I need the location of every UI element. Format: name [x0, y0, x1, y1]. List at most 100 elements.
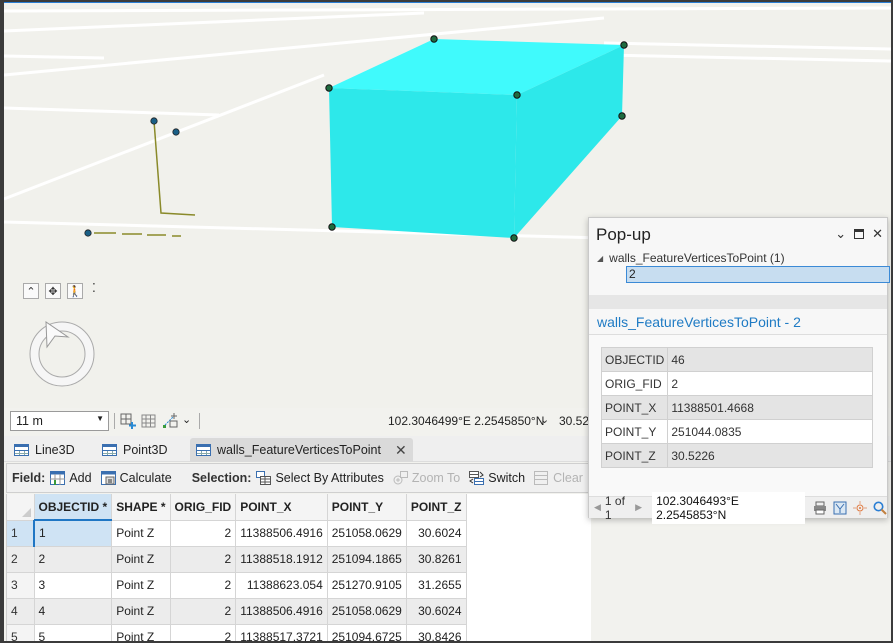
cell-objectid[interactable]: 2 [34, 546, 113, 573]
scale-select[interactable]: 11 m ▼ [10, 411, 109, 431]
vertex-marker[interactable] [618, 112, 626, 120]
vertex-marker[interactable] [430, 35, 438, 43]
zoom-to-feature-icon[interactable] [873, 501, 887, 515]
row-number[interactable]: 4 [7, 598, 35, 625]
column-header-objectid[interactable]: OBJECTID * [34, 494, 113, 521]
cell-objectid[interactable]: 4 [34, 598, 113, 625]
vertex-marker[interactable] [513, 91, 521, 99]
cell-point-z[interactable]: 30.6024 [406, 598, 467, 625]
point3d-marker[interactable] [172, 128, 180, 136]
cell-objectid[interactable]: 3 [34, 572, 113, 599]
popup-footer: ◀ 1 of 1 ▶ 102.3046493°E 2.2545853°N [589, 491, 887, 524]
row-number[interactable]: 3 [7, 572, 35, 599]
calculate-field-button[interactable]: Calculate [100, 471, 172, 485]
cell-point-z[interactable]: 30.6024 [406, 520, 467, 547]
add-grid-icon[interactable] [120, 413, 136, 429]
cell-point-x[interactable]: 11388518.1912 [235, 546, 328, 573]
row-number[interactable]: 5 [7, 624, 35, 641]
cell-point-y[interactable]: 251058.0629 [327, 520, 407, 547]
dots-icon[interactable]: ⁚ [92, 281, 96, 295]
wall-front-face[interactable] [329, 88, 517, 238]
chevron-down-icon[interactable]: ⌄ [835, 226, 846, 242]
switch-selection-button[interactable]: Switch [469, 471, 525, 485]
pan-icon[interactable]: ✥ [45, 283, 61, 299]
column-header-point-x[interactable]: POINT_X [235, 494, 328, 521]
road-line [4, 11, 425, 33]
vertex-marker[interactable] [510, 234, 518, 242]
row-number[interactable]: 1 [7, 520, 35, 547]
table-row[interactable]: 4 4 Point Z 2 11388506.4916 251058.0629 30.602… [7, 598, 467, 625]
point3d-marker[interactable] [150, 117, 158, 125]
next-icon[interactable]: ▶ [635, 502, 642, 513]
cell-orig-fid[interactable]: 2 [170, 572, 237, 599]
cell-orig-fid[interactable]: 2 [170, 624, 237, 641]
pan-to-icon[interactable] [853, 500, 867, 515]
navigator-control[interactable] [24, 316, 102, 394]
cell-point-z[interactable]: 30.8426 [406, 624, 467, 641]
close-icon[interactable]: ✕ [872, 226, 883, 242]
maximize-icon[interactable] [854, 229, 865, 239]
add-field-button[interactable]: Add [50, 471, 92, 485]
select-all-corner[interactable] [7, 494, 35, 521]
table-row[interactable]: 1 1 Point Z 2 11388506.4916 251058.0629 30.602… [7, 520, 467, 547]
cell-objectid[interactable]: 1 [33, 520, 113, 547]
selection-label: Selection: [191, 471, 252, 485]
vertex-marker[interactable] [325, 84, 333, 92]
cell-shape[interactable]: Point Z [111, 546, 171, 573]
up-chevron-icon[interactable]: ⌃ [23, 283, 39, 299]
chevron-down-icon[interactable]: ⌄ [182, 413, 191, 426]
flash-feature-icon[interactable] [833, 501, 847, 515]
grid-icon[interactable] [141, 413, 157, 429]
cell-shape[interactable]: Point Z [111, 520, 171, 547]
cell-point-x[interactable]: 11388506.4916 [235, 598, 328, 625]
zoom-to-button[interactable]: Zoom To [393, 471, 460, 485]
table-row[interactable]: 5 5 Point Z 2 11388517.3721 251094.6725 30.842… [7, 624, 467, 641]
cell-orig-fid[interactable]: 2 [170, 520, 237, 547]
clear-selection-button[interactable]: Clear [534, 471, 583, 485]
cell-objectid[interactable]: 5 [34, 624, 113, 641]
cell-point-y[interactable]: 251058.0629 [327, 598, 407, 625]
cell-point-x[interactable]: 11388623.054 [235, 572, 328, 599]
cell-point-z[interactable]: 31.2655 [406, 572, 467, 599]
select-by-attributes-button[interactable]: Select By Attributes [256, 471, 384, 485]
column-header-point-z[interactable]: POINT_Z [406, 494, 467, 521]
table-row[interactable]: 2 2 Point Z 2 11388518.1912 251094.1865 30.826… [7, 546, 467, 573]
point3d-marker[interactable] [84, 229, 92, 237]
expand-triangle-icon[interactable]: ◢ [597, 254, 603, 263]
tab-line3d[interactable]: Line3D [8, 438, 81, 462]
column-header-point-y[interactable]: POINT_Y [327, 494, 407, 521]
table-row[interactable]: 3 3 Point Z 2 11388623.054 251270.9105 31.2655 [7, 572, 467, 599]
cell-point-z[interactable]: 30.8261 [406, 546, 467, 573]
tab-walls-featureverticestopoint[interactable]: walls_FeatureVerticesToPoint ✕ [190, 438, 413, 462]
cell-point-x[interactable]: 11388517.3721 [235, 624, 328, 641]
walk-icon[interactable]: 🚶 [67, 283, 83, 299]
line3d-dashed-feature[interactable] [94, 232, 181, 237]
row-number[interactable]: 2 [7, 546, 35, 573]
table-icon [196, 444, 211, 456]
cell-shape[interactable]: Point Z [111, 572, 171, 599]
column-header-shape[interactable]: SHAPE * [111, 494, 171, 521]
column-header-orig-fid[interactable]: ORIG_FID [170, 494, 237, 521]
attribute-table[interactable]: OBJECTID * SHAPE * ORIG_FID POINT_X POIN… [6, 494, 591, 641]
popup-feature-item[interactable]: 2 [626, 266, 890, 283]
attribute-grid: OBJECTID * SHAPE * ORIG_FID POINT_X POIN… [7, 494, 467, 641]
cell-orig-fid[interactable]: 2 [170, 598, 237, 625]
tab-point3d[interactable]: Point3D [96, 438, 173, 462]
coordinate-format-chevron-icon[interactable]: ⌄ [540, 413, 549, 426]
popup-layer-node[interactable]: ◢ walls_FeatureVerticesToPoint (1) [597, 251, 785, 265]
cell-shape[interactable]: Point Z [111, 624, 171, 641]
cell-point-x[interactable]: 11388506.4916 [235, 520, 328, 547]
splitter[interactable] [589, 295, 887, 309]
cell-point-y[interactable]: 251094.1865 [327, 546, 407, 573]
cell-orig-fid[interactable]: 2 [170, 546, 237, 573]
vertex-marker[interactable] [328, 223, 336, 231]
previous-icon[interactable]: ◀ [594, 502, 601, 513]
close-tab-icon[interactable]: ✕ [395, 442, 407, 459]
cell-shape[interactable]: Point Z [111, 598, 171, 625]
vertex-marker[interactable] [620, 41, 628, 49]
cell-point-y[interactable]: 251094.6725 [327, 624, 407, 641]
snapping-icon[interactable] [162, 413, 178, 429]
print-icon[interactable] [813, 501, 827, 515]
popup-pane: Pop-up ⌄ ✕ ◢ walls_FeatureVerticesToPoin… [588, 217, 890, 524]
cell-point-y[interactable]: 251270.9105 [327, 572, 407, 599]
